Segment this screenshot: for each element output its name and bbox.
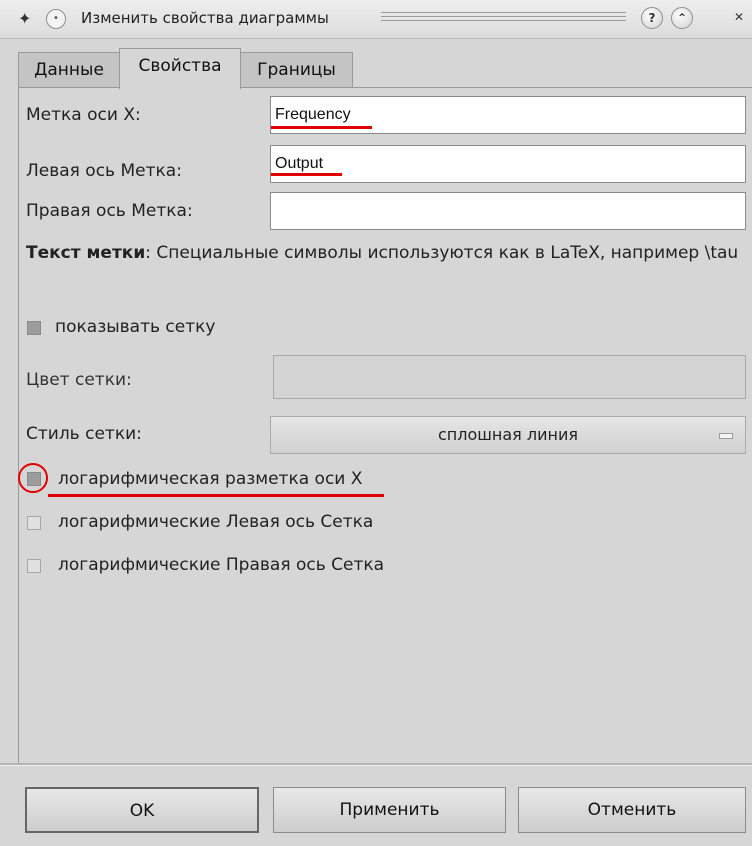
cancel-button[interactable]: Отменить xyxy=(518,787,746,833)
label-text-note-title: Текст метки xyxy=(26,243,146,263)
label-text-note-body: : Специальные символы используются как в… xyxy=(145,243,739,263)
log-right-checkbox[interactable] xyxy=(27,559,41,573)
right-axis-label-input[interactable] xyxy=(270,192,746,230)
annotation-underline xyxy=(48,494,384,497)
left-axis-label-caption: Левая ось Метка: xyxy=(26,161,182,181)
button-separator xyxy=(0,763,752,766)
apply-button[interactable]: Применить xyxy=(273,787,506,833)
tab-properties[interactable]: Свойства xyxy=(119,48,241,89)
grid-style-label: Стиль сетки: xyxy=(26,424,142,444)
show-grid-label: показывать сетку xyxy=(55,317,216,337)
x-axis-label-caption: Метка оси X: xyxy=(26,105,141,125)
left-axis-label-input[interactable]: Output xyxy=(270,145,746,183)
ok-button[interactable]: OK xyxy=(25,787,259,833)
close-icon[interactable]: ✕ xyxy=(729,7,749,27)
tab-bounds[interactable]: Границы xyxy=(240,52,353,87)
grid-style-value: сплошная линия xyxy=(438,425,578,444)
annotation-underline xyxy=(271,126,372,129)
minimize-icon[interactable]: ⌃ xyxy=(671,7,693,29)
show-grid-checkbox[interactable] xyxy=(27,321,41,335)
grid-color-label: Цвет сетки: xyxy=(26,370,132,390)
annotation-circle xyxy=(18,463,48,493)
title-bar-grip xyxy=(381,12,626,24)
annotation-underline xyxy=(271,173,342,176)
right-axis-label-caption: Правая ось Метка: xyxy=(26,201,193,221)
title-bar[interactable]: ✦ • Изменить свойства диаграммы ? ⌃ ✕ xyxy=(0,0,752,39)
dialog-window: ✦ • Изменить свойства диаграммы ? ⌃ ✕ Да… xyxy=(0,0,752,846)
window-title: Изменить свойства диаграммы xyxy=(81,9,329,27)
window-menu-icon[interactable]: • xyxy=(46,9,66,29)
log-left-checkbox[interactable] xyxy=(27,516,41,530)
grid-style-select[interactable]: сплошная линия xyxy=(270,416,746,454)
label-text-note: Текст метки: Специальные символы использ… xyxy=(26,236,746,270)
dropdown-arrow-icon xyxy=(719,433,733,439)
app-bird-icon[interactable]: ✦ xyxy=(18,10,40,28)
grid-color-button[interactable] xyxy=(273,355,746,399)
log-right-label: логарифмические Правая ось Сетка xyxy=(58,555,385,575)
tab-data[interactable]: Данные xyxy=(18,52,120,87)
help-icon[interactable]: ? xyxy=(641,7,663,29)
log-x-label: логарифмическая разметка оси X xyxy=(58,469,363,489)
log-left-label: логарифмические Левая ось Сетка xyxy=(58,512,374,532)
